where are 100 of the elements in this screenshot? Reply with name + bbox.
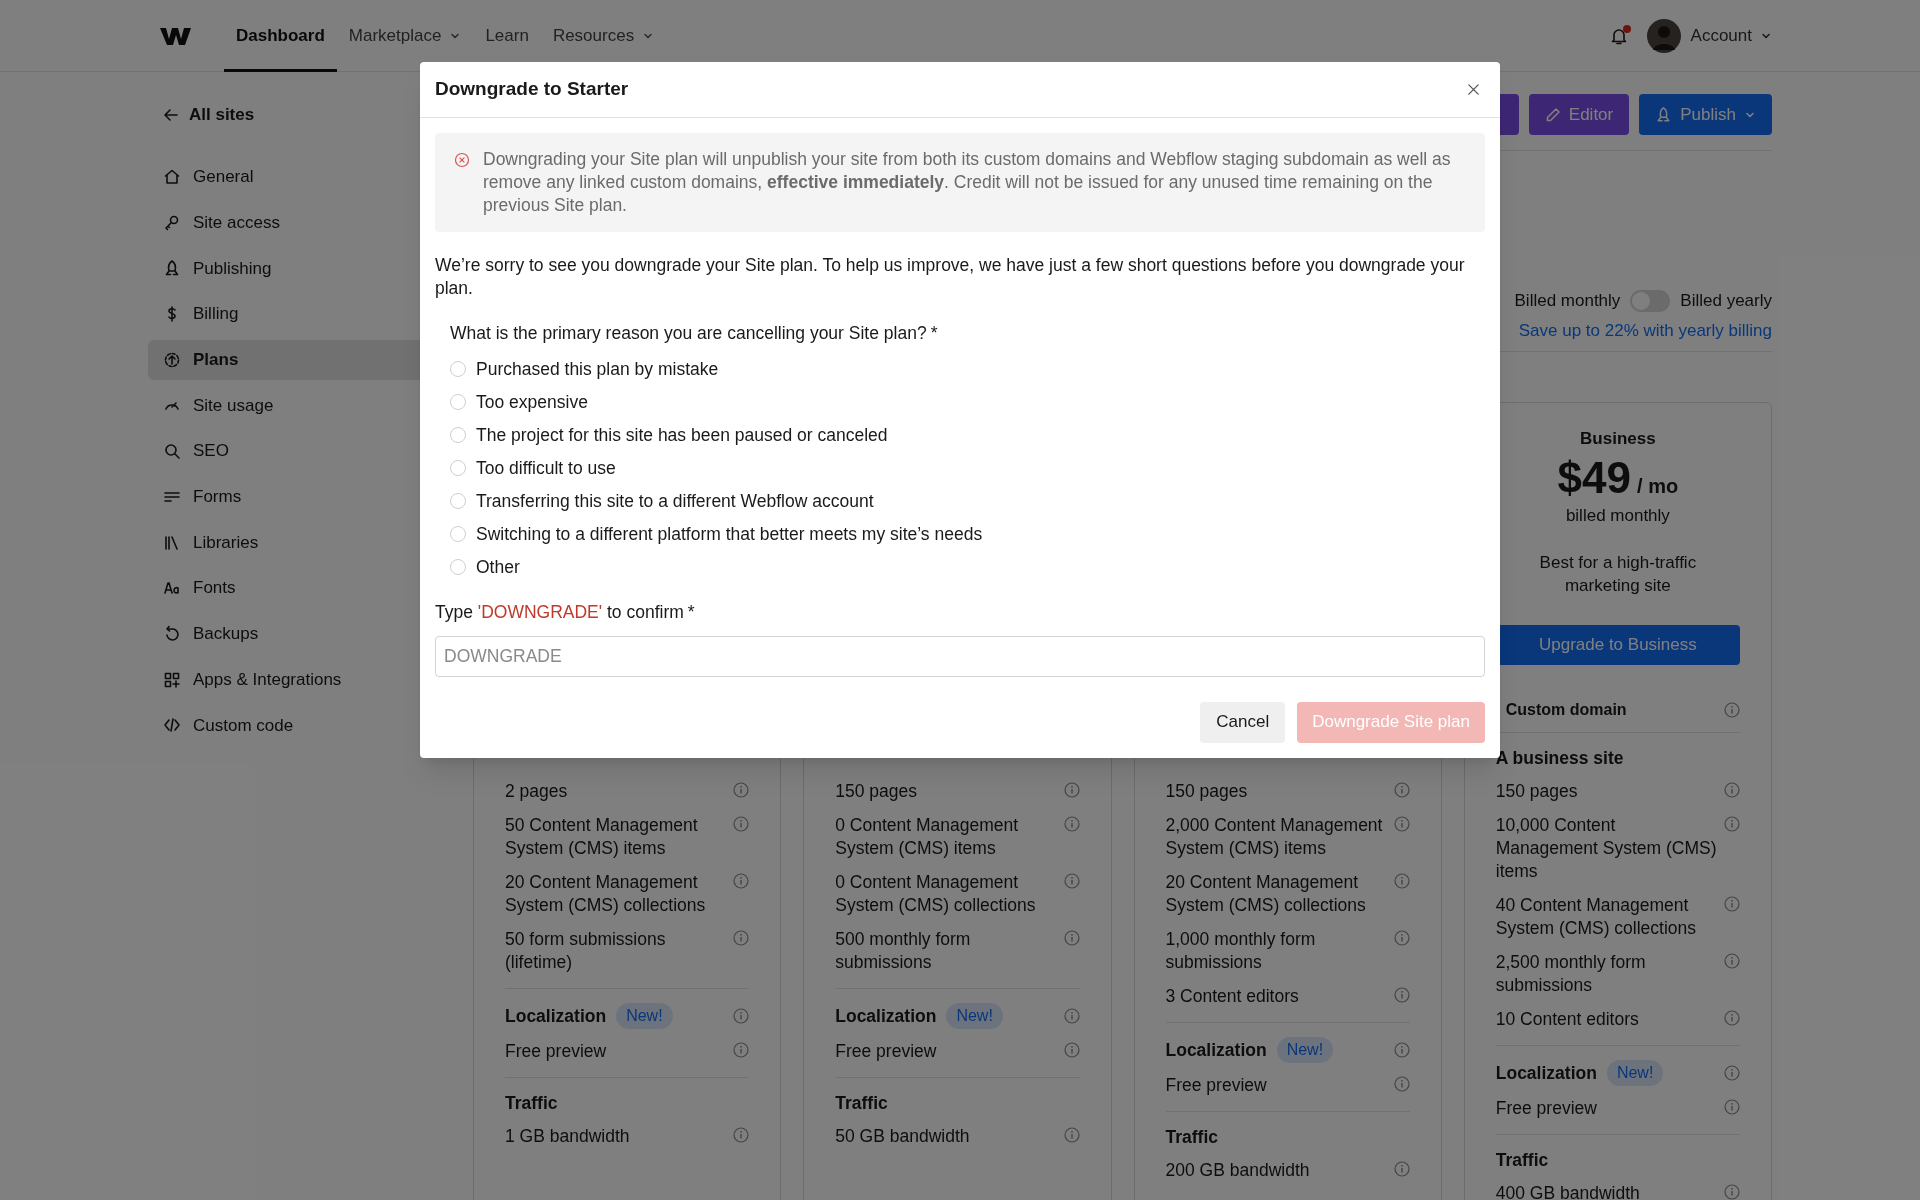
nav-tab[interactable]: Dashboard [224, 0, 337, 72]
info-icon[interactable] [1063, 782, 1080, 798]
info-icon[interactable] [1063, 1127, 1080, 1143]
feature-text: 500 monthly form submissions [835, 928, 972, 974]
confirm-label: Type 'DOWNGRADE' to confirm [435, 601, 684, 625]
new-badge: New! [1606, 1060, 1664, 1086]
feature-text: 0 Content Management System (CMS) collections [835, 871, 1037, 917]
all-sites-link[interactable]: All sites [148, 101, 420, 129]
plan-name: Business [1580, 428, 1656, 449]
account-menu[interactable]: Account [1690, 22, 1772, 49]
home-icon [163, 168, 181, 186]
info-icon[interactable] [1724, 1010, 1740, 1026]
feature-text: 40 Content Management System (CMS) collections [1495, 894, 1698, 940]
info-icon[interactable] [733, 1042, 750, 1058]
radio-label: Other [476, 555, 520, 579]
section-heading: Localization [1165, 1039, 1267, 1061]
new-badge: New! [1276, 1037, 1334, 1063]
question-label: What is the primary reason you are cancelling your Site plan? [450, 322, 927, 345]
undo-icon [163, 624, 181, 643]
new-badge: New! [946, 1003, 1003, 1029]
info-icon[interactable] [733, 873, 750, 889]
section-heading: Localization [505, 1005, 607, 1027]
info-icon[interactable] [1724, 1099, 1740, 1115]
error-icon [454, 152, 470, 168]
cancel-button[interactable]: Cancel [1200, 701, 1286, 743]
publish-button[interactable]: Publish [1639, 94, 1772, 135]
dialog-title: Downgrade to Starter [435, 77, 629, 102]
info-icon[interactable] [733, 1127, 750, 1143]
info-icon[interactable] [1724, 816, 1740, 832]
feature-text: Free preview [1165, 1074, 1267, 1097]
feature-text: 50 form submissions (lifetime) [505, 928, 667, 974]
feature-text: 10 Content editors [1495, 1008, 1639, 1031]
info-icon[interactable] [1724, 953, 1740, 969]
info-icon[interactable] [1063, 930, 1080, 946]
info-icon[interactable] [733, 930, 750, 946]
info-icon[interactable] [1393, 782, 1410, 798]
feature-text: 2,000 Content Management System (CMS) items [1165, 814, 1384, 860]
required-mark: * [930, 322, 938, 345]
alert-text: Downgrading your Site plan will unpublish your site from both its custom domains and Webflow staging subdomain as well as remove any linked custom domains, effective immediately. Credit will not be issued for any unused time remaining on the previous Site plan. [483, 148, 1452, 217]
radio-label: Too expensive [476, 390, 588, 414]
feature-text: Free preview [835, 1040, 937, 1063]
info-icon[interactable] [1724, 782, 1740, 798]
info-icon[interactable] [1724, 702, 1740, 718]
nav-tab[interactable]: Marketplace [336, 0, 474, 72]
yearly-billing-link[interactable]: Save up to 22% with yearly billing [1518, 317, 1772, 343]
radio-label: Purchased this plan by mistake [476, 357, 719, 381]
feature-text: 20 Content Management System (CMS) collections [1165, 871, 1367, 917]
section-heading: Traffic [505, 1092, 558, 1114]
radio-label: Transferring this site to a different Webflow account [476, 489, 874, 513]
feature-text: 3 Content editors [1165, 985, 1299, 1008]
radio-label: Switching to a different platform that better meets my site’s needs [476, 522, 983, 546]
radio-label: The project for this site has been paused or canceled [476, 423, 888, 447]
key-icon [163, 213, 181, 232]
intro-text: We’re sorry to see you downgrade your Site plan. To help us improve, we have just a few short questions before you downgrade your plan. [435, 254, 1466, 300]
feature-text: 2 pages [505, 780, 568, 803]
avatar-icon[interactable] [1646, 18, 1681, 53]
sidebar-item[interactable]: Plans [148, 339, 420, 380]
info-icon[interactable] [1724, 896, 1740, 912]
price-period: / mo [1637, 474, 1679, 499]
info-icon[interactable] [1724, 1184, 1740, 1200]
plan-description: Best for a high-traffic marketing site [1538, 551, 1698, 597]
confirm-input[interactable]: DOWNGRADE [435, 635, 1485, 677]
info-icon[interactable] [1063, 1042, 1080, 1058]
info-icon[interactable] [1393, 816, 1410, 832]
editor-button[interactable]: Editor [1528, 94, 1630, 135]
grid-plus-icon [163, 670, 181, 689]
nav-tab[interactable]: Learn [473, 0, 541, 72]
info-icon[interactable] [1393, 930, 1410, 946]
rocket-icon [163, 259, 181, 278]
upgrade-icon [163, 350, 181, 369]
feature-text: 50 GB bandwidth [835, 1125, 970, 1148]
info-icon[interactable] [1393, 987, 1410, 1003]
info-icon[interactable] [733, 816, 750, 832]
feature-text: 1,000 monthly form submissions [1165, 928, 1317, 974]
info-icon[interactable] [1724, 1065, 1740, 1081]
info-icon[interactable] [733, 1008, 750, 1024]
feature-text: Free preview [1495, 1097, 1597, 1120]
info-icon[interactable] [733, 782, 750, 798]
feature-text: 150 pages [835, 780, 917, 803]
info-icon[interactable] [1393, 1042, 1410, 1058]
billing-label: Billed monthly [1514, 290, 1621, 312]
pencil-icon [1544, 106, 1561, 123]
section-heading: Localization [835, 1005, 937, 1027]
plan-price: $49 [1557, 453, 1631, 503]
info-icon[interactable] [1393, 1076, 1410, 1092]
billing-label: Billed yearly [1680, 290, 1772, 312]
info-icon[interactable] [1063, 873, 1080, 889]
info-icon[interactable] [1393, 873, 1410, 889]
close-icon[interactable] [1467, 83, 1480, 96]
nav-tab[interactable]: Resources [540, 0, 667, 72]
required-mark: * [687, 601, 695, 625]
info-icon[interactable] [1393, 1161, 1410, 1177]
books-icon [163, 533, 181, 552]
feature-text: Custom domain [1505, 700, 1627, 720]
feature-text: 20 Content Management System (CMS) collections [505, 871, 707, 917]
info-icon[interactable] [1063, 816, 1080, 832]
feature-text: 10,000 Content Management System (CMS) items [1495, 814, 1718, 883]
info-icon[interactable] [1063, 1008, 1080, 1024]
back-arrow-icon [163, 107, 179, 123]
logo-icon[interactable] [160, 25, 194, 46]
